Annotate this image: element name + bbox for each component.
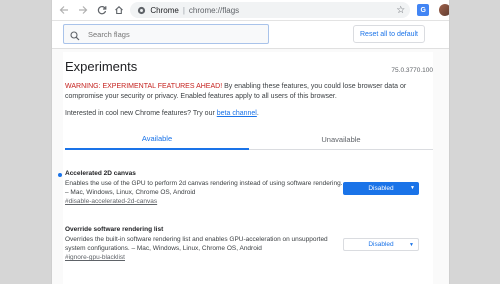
experiment-item: Override software rendering list Overrid… <box>65 226 433 261</box>
experiment-name: Override software rendering list <box>65 226 164 233</box>
warning-lead: WARNING: EXPERIMENTAL FEATURES AHEAD! <box>65 83 223 90</box>
experiment-description: Enables the use of the GPU to perform 2d… <box>65 180 343 196</box>
translate-extension-icon[interactable]: G <box>417 4 430 16</box>
flags-content: Experiments 75.0.3770.100 WARNING: EXPER… <box>52 49 449 284</box>
experiment-anchor-link[interactable]: #disable-accelerated-2d-canvas <box>65 198 433 205</box>
search-box[interactable] <box>63 24 269 44</box>
experiment-name: Accelerated 2D canvas <box>65 170 136 177</box>
back-arrow-icon[interactable] <box>57 3 71 17</box>
reload-icon[interactable] <box>95 3 109 17</box>
tab-available[interactable]: Available <box>65 128 249 150</box>
beta-channel-note: Interested in cool new Chrome features? … <box>65 110 259 117</box>
search-input[interactable] <box>88 29 258 39</box>
dropdown-arrow-icon: ▼ <box>409 242 414 248</box>
version-label: 75.0.3770.100 <box>391 67 433 74</box>
tab-unavailable[interactable]: Unavailable <box>249 128 433 150</box>
page-title: Experiments <box>65 59 138 74</box>
profile-avatar[interactable] <box>439 4 449 16</box>
flags-header: Reset all to default <box>52 21 449 49</box>
tab-bar: Available Unavailable <box>65 128 433 150</box>
select-value: Disabled <box>368 185 394 192</box>
url-separator: | <box>182 5 185 15</box>
select-value: Disabled <box>368 241 394 248</box>
warning-message: WARNING: EXPERIMENTAL FEATURES AHEAD! By… <box>65 82 427 102</box>
experiment-description: Overrides the built-in software renderin… <box>65 236 328 252</box>
experiment-anchor-link[interactable]: #ignore-gpu-blacklist <box>65 254 433 261</box>
beta-note-text: Interested in cool new Chrome features? … <box>65 110 217 117</box>
experiment-item: Accelerated 2D canvas Enables the use of… <box>58 170 433 205</box>
chrome-label: Chrome <box>150 5 179 15</box>
experiment-state-select[interactable]: Disabled ▼ <box>343 238 419 251</box>
modified-indicator <box>58 173 62 177</box>
bookmark-star-icon[interactable]: ☆ <box>396 5 405 16</box>
beta-note-end: . <box>256 110 259 117</box>
address-bar[interactable]: Chrome | chrome://flags ☆ <box>130 2 411 18</box>
beta-channel-link[interactable]: beta channel <box>217 110 257 117</box>
home-icon[interactable] <box>113 3 127 17</box>
browser-toolbar: Chrome | chrome://flags ☆ G <box>52 0 449 21</box>
forward-arrow-icon[interactable] <box>76 3 90 17</box>
search-icon <box>70 28 82 41</box>
url-text[interactable]: chrome://flags <box>189 6 239 15</box>
experiments-panel: Experiments 75.0.3770.100 WARNING: EXPER… <box>58 52 433 284</box>
chrome-page-icon[interactable] <box>135 4 147 16</box>
reset-all-button[interactable]: Reset all to default <box>353 25 425 43</box>
dropdown-arrow-icon: ▼ <box>410 185 415 191</box>
browser-window: Chrome | chrome://flags ☆ G Reset all to… <box>51 0 450 284</box>
experiment-state-select[interactable]: Disabled ▼ <box>343 182 419 195</box>
